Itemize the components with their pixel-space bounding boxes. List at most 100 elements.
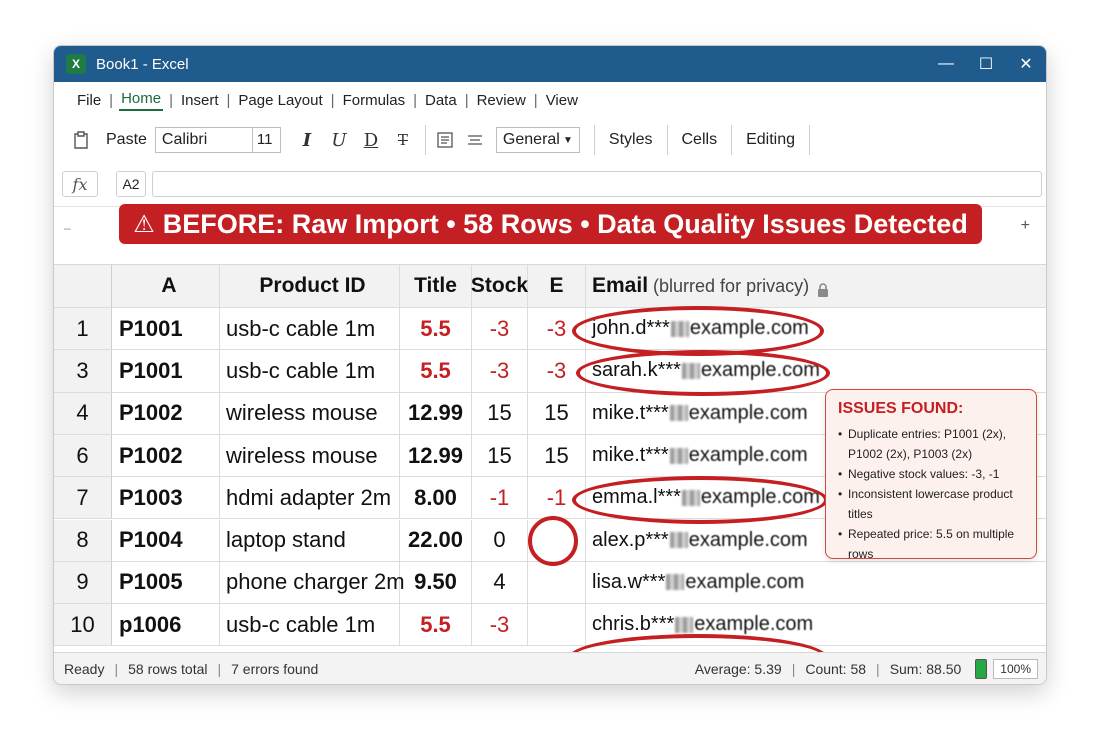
view-mode-icon[interactable] bbox=[975, 658, 988, 679]
menu-file[interactable]: File bbox=[75, 92, 103, 109]
status-average: Average: 5.39 bbox=[694, 660, 782, 677]
name-box[interactable]: A2 bbox=[116, 171, 146, 197]
column-header-a[interactable]: A bbox=[112, 265, 220, 307]
blurred-at-icon bbox=[670, 320, 689, 337]
paste-button[interactable]: Paste bbox=[98, 131, 155, 149]
cell-e[interactable]: 15 bbox=[528, 434, 586, 477]
cell-e[interactable]: -1 bbox=[528, 477, 586, 519]
cell-product-id[interactable]: usb-c cable 1m bbox=[220, 350, 400, 392]
menu-view[interactable]: View bbox=[544, 92, 580, 109]
cell-product-id[interactable]: hdmi adapter 2m bbox=[220, 477, 400, 519]
close-button[interactable]: ✕ bbox=[1006, 46, 1046, 82]
row-header[interactable]: 3 bbox=[54, 350, 112, 392]
cell-title[interactable]: 22.00 bbox=[400, 519, 472, 561]
cell-title[interactable]: 9.50 bbox=[400, 561, 472, 604]
collapse-icon[interactable]: – bbox=[64, 221, 71, 235]
underline-button[interactable]: U bbox=[323, 126, 355, 154]
cell-a[interactable]: P1001 bbox=[112, 350, 220, 392]
cell-title[interactable]: 12.99 bbox=[400, 434, 472, 477]
cell-e[interactable] bbox=[528, 604, 586, 646]
cell-a[interactable]: P1002 bbox=[112, 434, 220, 477]
number-format-select[interactable]: General ▼ bbox=[495, 127, 580, 153]
minimize-button[interactable]: — bbox=[926, 46, 966, 82]
cell-product-id[interactable]: wireless mouse bbox=[220, 392, 400, 434]
cell-title[interactable]: 5.5 bbox=[400, 308, 472, 350]
warning-icon: ⚠ bbox=[133, 210, 155, 238]
align-icon[interactable] bbox=[432, 127, 458, 153]
cell-title[interactable]: 5.5 bbox=[400, 604, 472, 646]
cell-stock[interactable]: -3 bbox=[472, 308, 528, 350]
row-header[interactable]: 6 bbox=[54, 434, 112, 477]
menu-insert[interactable]: Insert bbox=[179, 92, 221, 109]
cell-a[interactable]: P1001 bbox=[112, 308, 220, 350]
cell-stock[interactable]: 4 bbox=[472, 561, 528, 604]
styles-button[interactable]: Styles bbox=[601, 131, 661, 149]
cell-title[interactable]: 12.99 bbox=[400, 392, 472, 434]
cell-a[interactable]: P1005 bbox=[112, 561, 220, 604]
cell-product-id[interactable]: phone charger 2m bbox=[220, 561, 405, 604]
cell-stock[interactable]: 15 bbox=[472, 434, 528, 477]
column-header-email[interactable]: Email (blurred for privacy) bbox=[586, 265, 1046, 307]
cell-e[interactable]: -3 bbox=[528, 350, 586, 392]
status-ready: Ready bbox=[64, 660, 105, 677]
editing-button[interactable]: Editing bbox=[738, 131, 803, 149]
issues-list: Duplicate entries: P1001 (2x), P1002 (2x… bbox=[838, 424, 1024, 564]
row-header[interactable]: 10 bbox=[54, 604, 112, 646]
cell-title[interactable]: 8.00 bbox=[400, 477, 472, 519]
cell-stock[interactable]: -3 bbox=[472, 604, 528, 646]
italic-button[interactable]: I bbox=[291, 126, 323, 154]
menu-home[interactable]: Home bbox=[119, 90, 164, 111]
cell-e[interactable]: 15 bbox=[528, 392, 586, 434]
row-header[interactable]: 4 bbox=[54, 392, 112, 434]
menu-page-layout[interactable]: Page Layout bbox=[236, 92, 324, 109]
select-all-corner[interactable] bbox=[54, 265, 112, 307]
strikethrough-button[interactable]: T bbox=[387, 126, 419, 154]
cell-stock[interactable]: 0 bbox=[472, 519, 528, 561]
column-header-stock[interactable]: Stock bbox=[471, 265, 528, 307]
cell-product-id[interactable]: laptop stand bbox=[220, 519, 400, 561]
blurred-at-icon bbox=[666, 574, 685, 591]
email-user: john.d*** bbox=[592, 317, 670, 340]
cell-stock[interactable]: -1 bbox=[472, 477, 528, 519]
cell-a[interactable]: p1006 bbox=[112, 604, 220, 646]
cell-product-id[interactable]: usb-c cable 1m bbox=[220, 308, 400, 350]
cell-a[interactable]: P1002 bbox=[112, 392, 220, 434]
cell-e[interactable] bbox=[528, 519, 586, 561]
menu-data[interactable]: Data bbox=[423, 92, 459, 109]
cell-e[interactable]: -3 bbox=[528, 308, 586, 350]
row-header[interactable]: 8 bbox=[54, 519, 112, 561]
cell-e[interactable] bbox=[528, 561, 586, 604]
maximize-button[interactable]: ☐ bbox=[966, 46, 1006, 82]
paste-icon[interactable] bbox=[68, 127, 94, 153]
menu-formulas[interactable]: Formulas bbox=[341, 92, 408, 109]
column-header-e[interactable]: E bbox=[528, 265, 586, 307]
cells-button[interactable]: Cells bbox=[674, 131, 726, 149]
cell-email[interactable]: john.d*** example.com bbox=[586, 308, 1046, 349]
menu-review[interactable]: Review bbox=[475, 92, 528, 109]
double-underline-button[interactable]: D bbox=[355, 126, 387, 154]
cell-product-id[interactable]: usb-c cable 1m bbox=[220, 604, 400, 646]
column-header-product-id[interactable]: Product ID bbox=[220, 265, 400, 307]
formula-input[interactable] bbox=[152, 171, 1042, 197]
cell-email[interactable]: sarah.k*** example.com bbox=[586, 350, 1046, 391]
cell-a[interactable]: P1003 bbox=[112, 477, 220, 519]
wrap-text-icon[interactable] bbox=[462, 127, 488, 153]
cell-email[interactable]: chris.b*** example.com bbox=[586, 604, 1046, 645]
fx-icon[interactable]: fx bbox=[62, 171, 98, 197]
cell-stock[interactable]: 15 bbox=[472, 392, 528, 434]
row-header[interactable]: 7 bbox=[54, 477, 112, 519]
add-icon[interactable]: + bbox=[1021, 217, 1030, 235]
cell-title[interactable]: 5.5 bbox=[400, 350, 472, 392]
status-banner: ⚠ BEFORE: Raw Import • 58 Rows • Data Qu… bbox=[119, 204, 982, 244]
row-header[interactable]: 1 bbox=[54, 308, 112, 350]
cell-stock[interactable]: -3 bbox=[472, 350, 528, 392]
cell-email[interactable]: lisa.w*** example.com bbox=[586, 562, 1046, 603]
cell-product-id[interactable]: wireless mouse bbox=[220, 434, 400, 477]
zoom-level[interactable]: 100% bbox=[993, 658, 1038, 679]
row-header[interactable]: 9 bbox=[54, 561, 112, 604]
font-name-box[interactable]: Calibri bbox=[154, 127, 253, 153]
column-header-title[interactable]: Title bbox=[400, 265, 472, 307]
cell-a[interactable]: P1004 bbox=[112, 519, 220, 561]
font-size-box[interactable]: 11 bbox=[252, 127, 281, 153]
excel-app-icon: X bbox=[66, 54, 86, 74]
